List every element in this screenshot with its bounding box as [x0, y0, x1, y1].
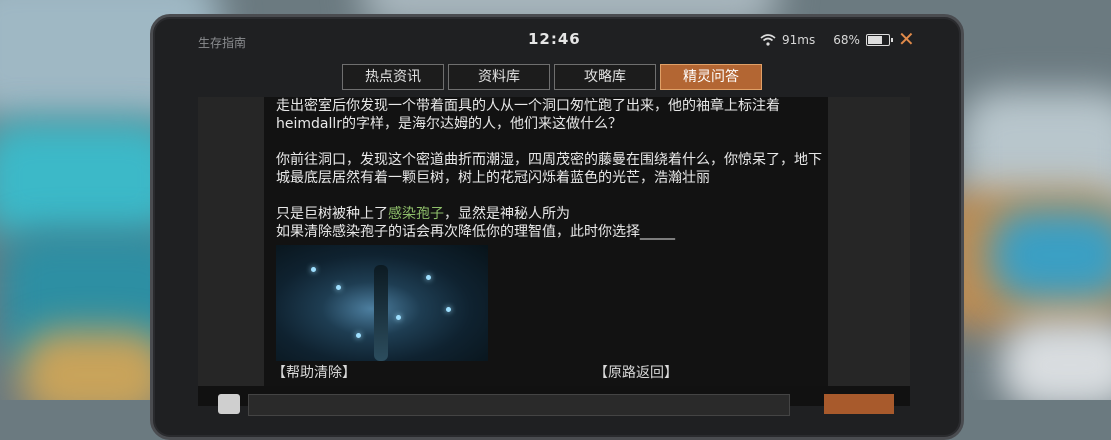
question-paragraph-4: 如果清除感染孢子的话会再次降低你的理智值，此时你选择_____ — [276, 224, 675, 240]
question-area: 走出密室后你发现一个带着面具的人从一个洞口匆忙跑了出来，他的袖章上标注着heim… — [264, 97, 828, 387]
question-paragraph-1: 走出密室后你发现一个带着面具的人从一个洞口匆忙跑了出来，他的袖章上标注着heim… — [276, 98, 780, 132]
clock: 12:46 — [528, 30, 581, 48]
close-icon[interactable]: ✕ — [898, 27, 915, 51]
input-row — [198, 386, 910, 416]
question-paragraph-2: 你前往洞口，发现这个密道曲折而潮湿，四周茂密的藤曼在围绕着什么，你惊呆了，地下城… — [276, 152, 822, 186]
status-bar: 生存指南 12:46 91ms 68% ✕ — [178, 27, 934, 56]
question-paragraph-3: 只是巨树被种上了感染孢子，显然是神秘人所为 — [276, 205, 824, 223]
status-indicators: 91ms 68% — [760, 33, 893, 47]
tab-guides[interactable]: 攻略库 — [554, 64, 656, 90]
tab-hot-news[interactable]: 热点资讯 — [342, 64, 444, 90]
choice-go-back[interactable]: 【原路返回】 — [594, 362, 678, 382]
content-panel: 走出密室后你发现一个带着面具的人从一个洞口匆忙跑了出来，他的袖章上标注着heim… — [198, 97, 910, 387]
tab-sprite-qa[interactable]: 精灵问答 — [660, 64, 762, 90]
infection-spore-highlight: 感染孢子 — [388, 206, 444, 222]
ping-value: 91ms — [782, 33, 816, 47]
choice-help-clear[interactable]: 【帮助清除】 — [272, 362, 356, 382]
question-text: 走出密室后你发现一个带着面具的人从一个洞口匆忙跑了出来，他的袖章上标注着heim… — [276, 97, 824, 241]
tab-database[interactable]: 资料库 — [448, 64, 550, 90]
battery-percent: 68% — [833, 33, 860, 47]
scene-image — [276, 245, 488, 361]
battery-icon — [865, 34, 893, 46]
send-button[interactable] — [824, 394, 894, 414]
chat-input[interactable] — [248, 394, 790, 416]
paragraph-3-suffix: ，显然是神秘人所为 — [444, 206, 570, 222]
paragraph-3-prefix: 只是巨树被种上了 — [276, 206, 388, 222]
wifi-icon — [760, 34, 776, 46]
voice-button[interactable] — [218, 394, 240, 414]
app-title: 生存指南 — [198, 36, 247, 50]
tab-bar: 热点资讯 资料库 攻略库 精灵问答 — [342, 64, 762, 90]
